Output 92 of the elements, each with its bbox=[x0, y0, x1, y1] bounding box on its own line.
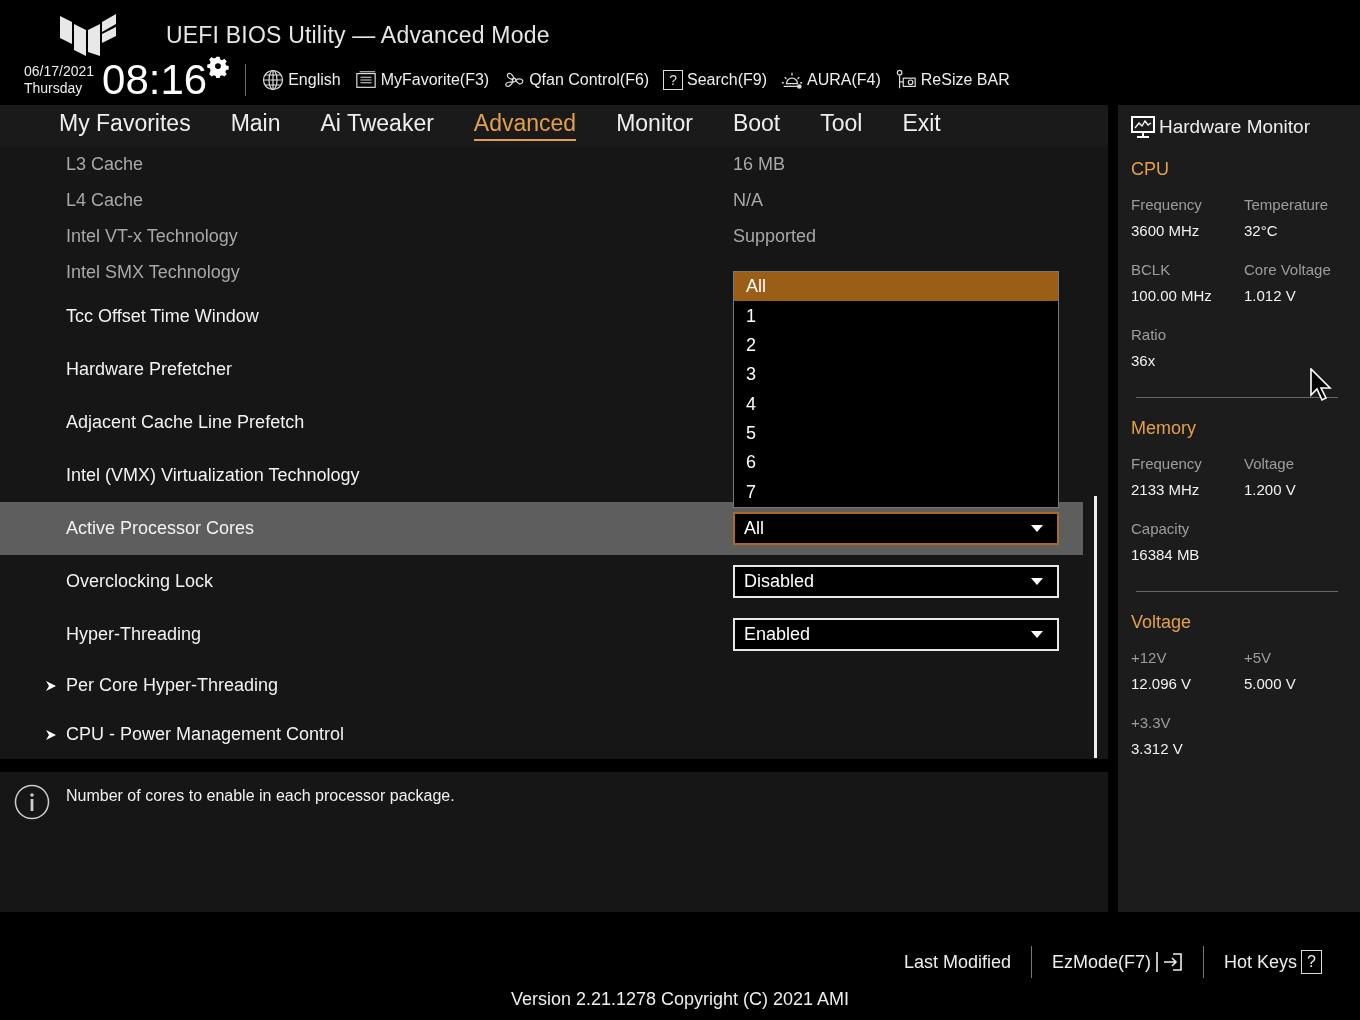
dropdown[interactable]: Enabled bbox=[733, 618, 1059, 652]
dropdown-option[interactable]: 7 bbox=[734, 477, 1058, 508]
reading-value: 3600 MHz bbox=[1131, 222, 1201, 239]
reading-value: 1.012 V bbox=[1244, 287, 1297, 304]
weekday-text: Thursday bbox=[24, 80, 84, 97]
globe-icon bbox=[262, 69, 285, 91]
reading-value: 3.312 V bbox=[1131, 740, 1184, 757]
setting-label: Adjacent Cache Line Prefetch bbox=[66, 412, 306, 434]
setting-label: Hyper-Threading bbox=[66, 624, 203, 646]
setting-label: Tcc Offset Time Window bbox=[66, 306, 260, 328]
setting-label: Hardware Prefetcher bbox=[66, 359, 234, 381]
dropdown-option[interactable]: 1 bbox=[734, 301, 1058, 331]
footer-button[interactable]: Hot Keys ? bbox=[1204, 950, 1342, 974]
list-icon bbox=[354, 69, 377, 91]
dropdown-option[interactable]: All bbox=[734, 271, 1058, 302]
menu-tab[interactable]: Monitor bbox=[616, 110, 693, 142]
submenu-item[interactable]: Per Core Hyper-Threading bbox=[45, 675, 733, 697]
reading-label: +5V bbox=[1244, 649, 1273, 666]
reading-label: Temperature bbox=[1244, 196, 1330, 213]
reading-value: 36x bbox=[1131, 352, 1157, 369]
help-icon: ? bbox=[1301, 950, 1322, 974]
scrollbar[interactable] bbox=[1094, 496, 1097, 759]
reading-label: +12V bbox=[1131, 649, 1168, 666]
dropdown-option[interactable]: 4 bbox=[734, 389, 1058, 419]
reading-label: Core Voltage bbox=[1244, 261, 1332, 278]
menu-tab[interactable]: Ai Tweaker bbox=[320, 110, 434, 142]
setting-label: Overclocking Lock bbox=[66, 571, 215, 593]
menu-tab[interactable]: My Favorites bbox=[59, 110, 191, 142]
reading-value: 2133 MHz bbox=[1131, 481, 1201, 498]
window-title: UEFI BIOS Utility — Advanced Mode bbox=[166, 21, 550, 49]
exit-icon bbox=[1155, 951, 1184, 973]
dropdown[interactable]: All bbox=[733, 512, 1059, 546]
dropdown-option[interactable]: 5 bbox=[734, 418, 1058, 449]
date-text: 06/17/2021 bbox=[24, 63, 95, 80]
clock-time: 08:16 bbox=[102, 58, 208, 102]
version-text: Version 2.21.1278 Copyright (C) 2021 AMI bbox=[510, 989, 850, 1010]
caret-icon bbox=[1031, 525, 1043, 533]
reading-label: BCLK bbox=[1131, 261, 1172, 278]
setting-value: N/A bbox=[733, 189, 764, 211]
reading-value: 32°C bbox=[1244, 222, 1279, 239]
section-title: Voltage bbox=[1131, 612, 1193, 633]
reading-value: 12.096 V bbox=[1131, 675, 1193, 692]
reading-value: 5.000 V bbox=[1244, 675, 1297, 692]
setting-label: Intel (VMX) Virtualization Technology bbox=[66, 465, 361, 487]
toolbar-button[interactable]: ? Search(F9) bbox=[663, 70, 767, 90]
dropdown[interactable]: Disabled bbox=[733, 565, 1059, 599]
section-title: CPU bbox=[1131, 159, 1170, 180]
caret-icon bbox=[1031, 631, 1043, 639]
chevron-icon bbox=[45, 728, 57, 741]
panel-title: Hardware Monitor bbox=[1159, 116, 1310, 138]
toolbar-button[interactable]: English bbox=[262, 69, 341, 91]
setting-label: L4 Cache bbox=[66, 189, 145, 211]
reading-label: Frequency bbox=[1131, 196, 1203, 213]
dropdown-option[interactable]: 3 bbox=[734, 360, 1058, 390]
help-icon: ? bbox=[663, 70, 683, 90]
footer-button[interactable]: Last Modified bbox=[883, 951, 1032, 973]
toolbar-button[interactable]: MyFavorite(F3) bbox=[354, 69, 490, 91]
menu-tab[interactable]: Advanced bbox=[473, 110, 577, 142]
toolbar-button[interactable]: AURA(F4) bbox=[781, 69, 881, 91]
reading-value: 100.00 MHz bbox=[1131, 287, 1213, 304]
reading-label: +3.3V bbox=[1131, 714, 1172, 731]
mouse-pointer-icon bbox=[1310, 368, 1332, 402]
submenu-item[interactable]: CPU - Power Management Control bbox=[45, 724, 733, 746]
caret-icon bbox=[1031, 578, 1043, 586]
reading-label: Frequency bbox=[1131, 455, 1203, 472]
help-text: Number of cores to enable in each processor package. bbox=[66, 787, 455, 806]
setting-label: L3 Cache bbox=[66, 153, 145, 175]
settings-icon[interactable] bbox=[207, 56, 230, 78]
reading-label: Voltage bbox=[1244, 455, 1296, 472]
logo-icon bbox=[60, 14, 116, 56]
info-icon bbox=[14, 784, 50, 821]
menu-tab[interactable]: Boot bbox=[732, 110, 781, 142]
section-title: Memory bbox=[1131, 418, 1197, 439]
menu-tab[interactable]: Tool bbox=[820, 110, 863, 142]
setting-value: Supported bbox=[733, 225, 818, 247]
setting-label: Intel VT-x Technology bbox=[66, 225, 239, 247]
toolbar-button[interactable]: ReSize BAR bbox=[894, 69, 1010, 91]
reading-label: Capacity bbox=[1131, 520, 1191, 537]
dropdown-option[interactable]: 6 bbox=[734, 448, 1058, 478]
menu-tab[interactable]: Exit bbox=[902, 110, 941, 142]
monitor-icon bbox=[1131, 115, 1155, 139]
reading-value: 16384 MB bbox=[1131, 546, 1201, 563]
menu-tab[interactable]: Main bbox=[230, 110, 281, 142]
setting-label: Active Processor Cores bbox=[66, 518, 256, 540]
reading-value: 1.200 V bbox=[1244, 481, 1297, 498]
toolbar-button[interactable]: Qfan Control(F6) bbox=[503, 69, 650, 91]
card-icon bbox=[894, 69, 917, 91]
setting-value: 16 MB bbox=[733, 153, 787, 175]
footer-button[interactable]: EzMode(F7) bbox=[1032, 951, 1204, 973]
reading-label: Ratio bbox=[1131, 326, 1168, 343]
dropdown-option[interactable]: 2 bbox=[734, 330, 1058, 361]
chevron-icon bbox=[45, 679, 57, 692]
